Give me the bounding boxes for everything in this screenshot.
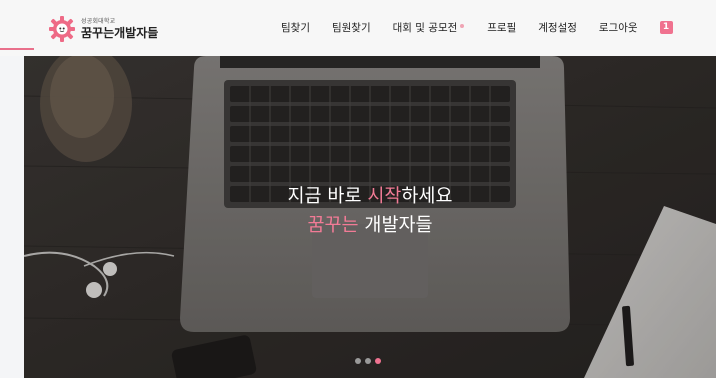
nav-find-member[interactable]: 팀원찾기 [332,20,371,35]
notification-badge[interactable]: 1 [659,21,673,34]
nav-contests[interactable]: 대회 및 공모전 [393,20,464,35]
nav-profile[interactable]: 프로필 [487,20,516,35]
hero-line1-post: 하세요 [401,186,453,207]
carousel-dot-2[interactable] [365,358,371,364]
main-nav: 팀찾기 팀원찾기 대회 및 공모전 프로필 계정설정 로그아웃 1 [281,20,673,35]
side-accent-line-bottom [0,48,34,50]
gear-logo-icon [49,16,75,42]
logo[interactable]: 성공회대학교 꿈꾸는개발자들 [48,12,168,46]
hero-headline: 지금 바로 시작하세요 [24,182,716,208]
hero-line2-post: 개발자들 [358,215,433,236]
hero-subheadline: 꿈꾸는 개발자들 [24,211,716,237]
hero-line2-accent: 꿈꾸는 [307,215,359,236]
hero-line1-accent: 시작 [367,186,402,207]
logo-title: 꿈꾸는개발자들 [81,26,159,40]
carousel-dot-1[interactable] [355,358,361,364]
nav-logout[interactable]: 로그아웃 [599,20,638,35]
logo-subtitle: 성공회대학교 [81,18,116,25]
carousel-indicators [355,358,381,364]
carousel-dot-3[interactable] [375,358,381,364]
hero-banner: 지금 바로 시작하세요 꿈꾸는 개발자들 [24,56,716,378]
nav-find-team[interactable]: 팀찾기 [281,20,310,35]
nav-account-settings[interactable]: 계정설정 [538,20,577,35]
hero-line1-pre: 지금 바로 [287,186,368,207]
site-header: 성공회대학교 꿈꾸는개발자들 팀찾기 팀원찾기 대회 및 공모전 프로필 계정설… [0,0,716,56]
